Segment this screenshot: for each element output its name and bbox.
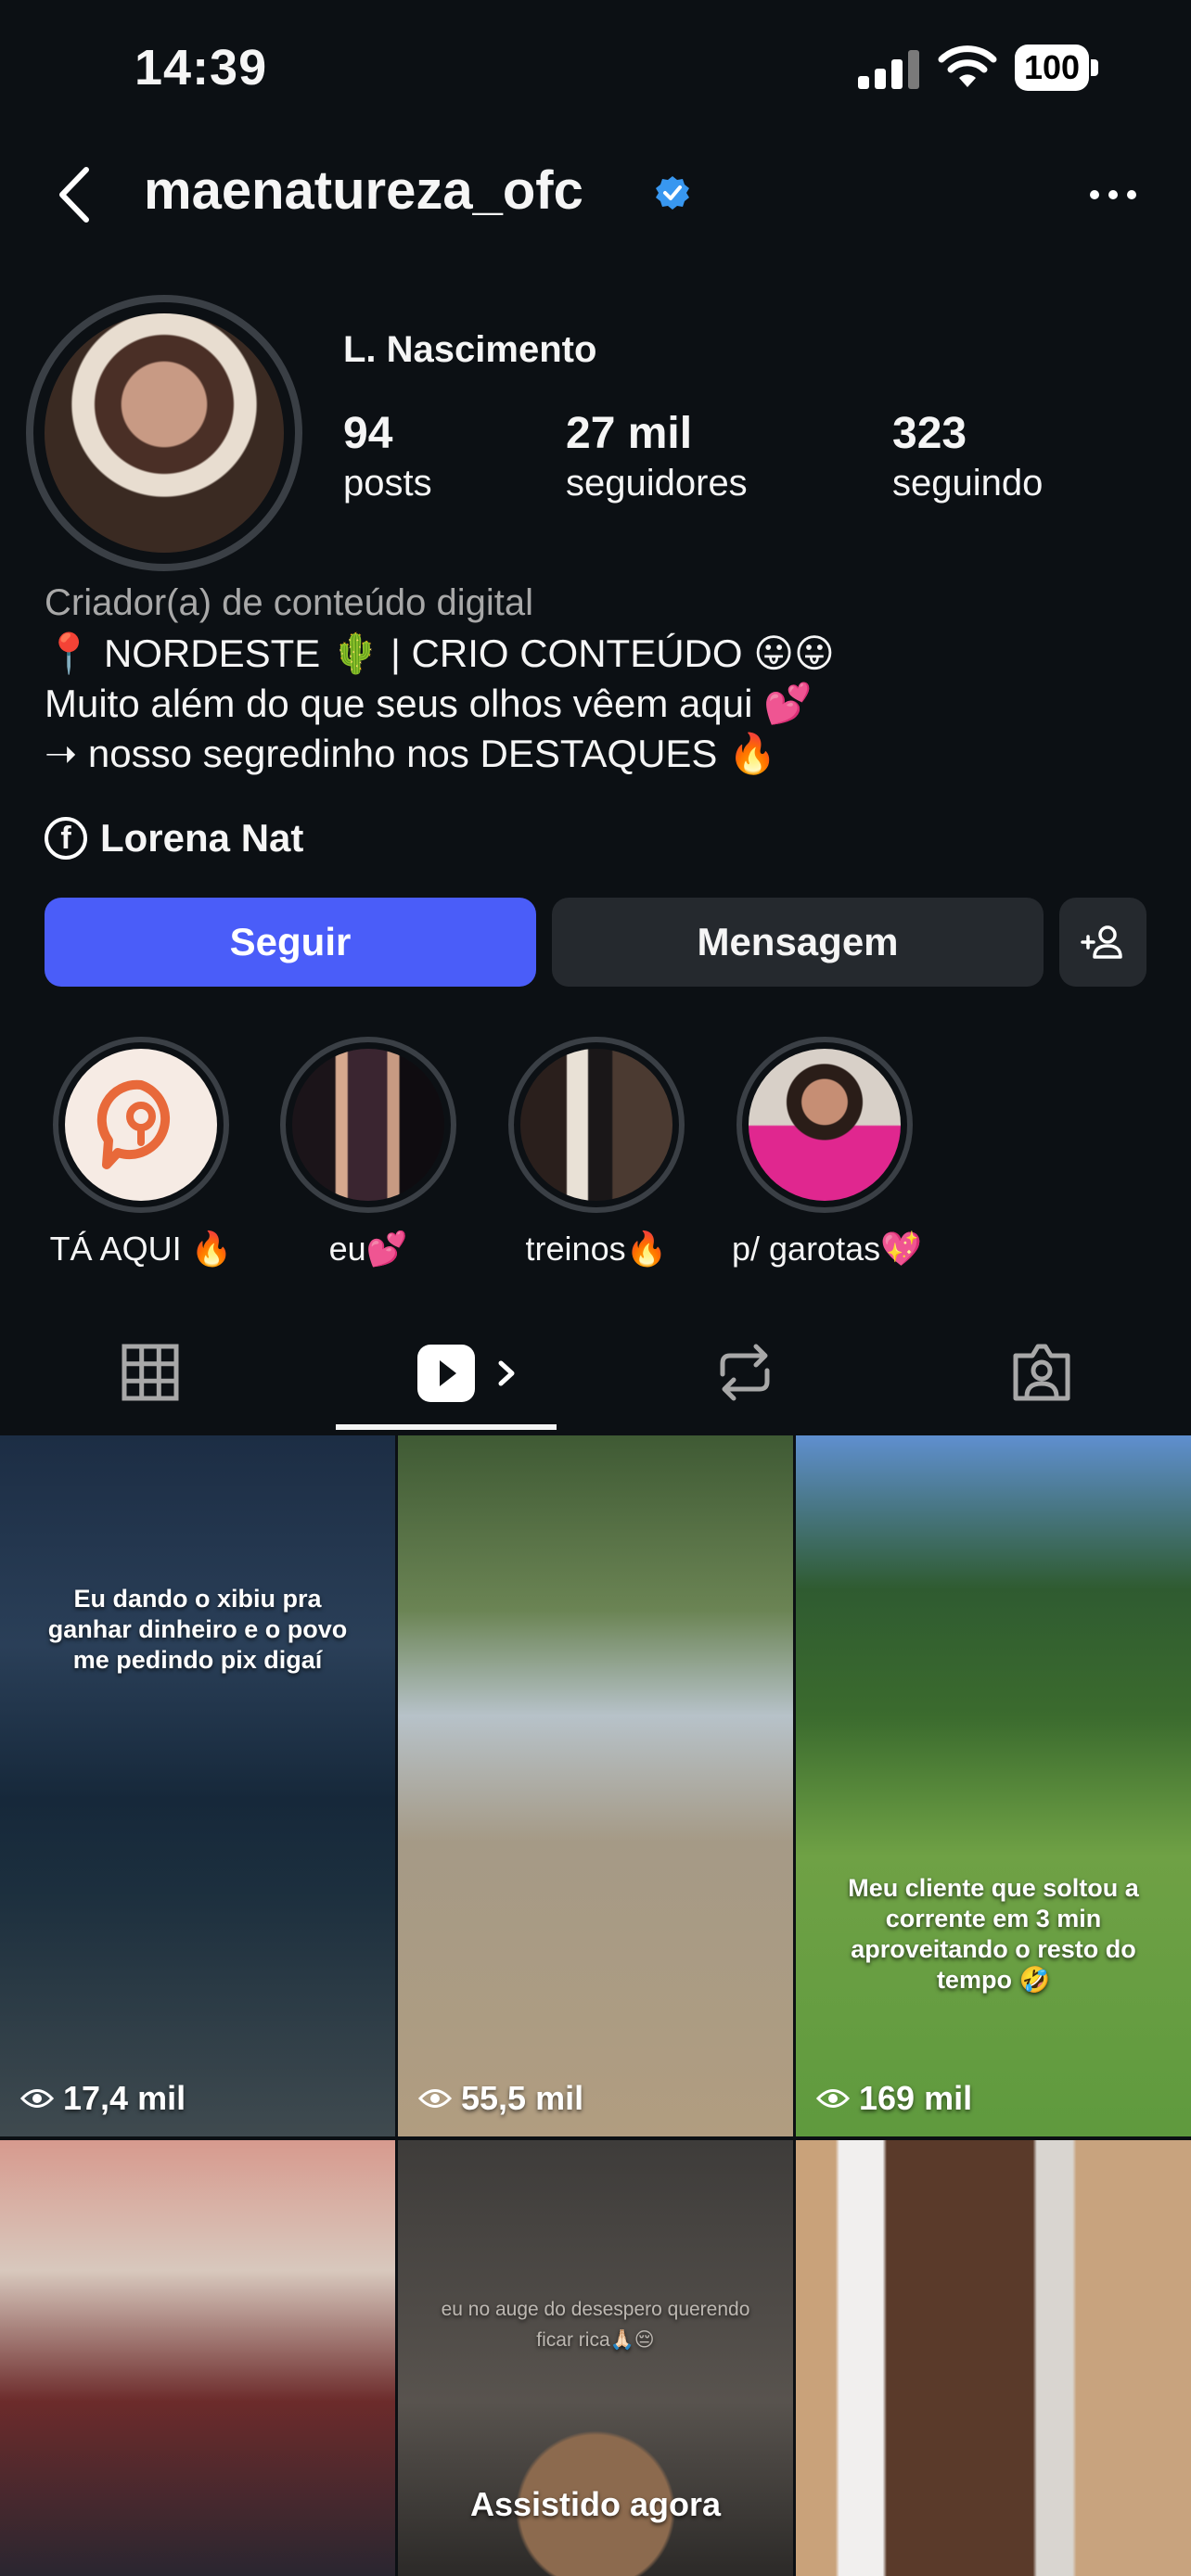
verified-badge-icon <box>656 176 689 210</box>
facebook-icon: f <box>45 817 87 860</box>
highlight-label: p/ garotas💖 <box>732 1230 922 1268</box>
bio-line: Muito além do que seus olhos vêem aqui 💕 <box>45 682 813 725</box>
bio-line: 📍 NORDESTE 🌵 | CRIO CONTEÚDO 😛😛 <box>45 631 835 675</box>
bio-line: ➝ nosso segredinho nos DESTAQUES 🔥 <box>45 732 777 775</box>
highlight-eu[interactable]: eu💕 <box>275 1037 461 1269</box>
grid-tab-icon[interactable] <box>113 1335 187 1409</box>
reels-tab-icon[interactable] <box>408 1335 538 1409</box>
reel-thumbnail[interactable] <box>0 2140 395 2576</box>
avatar-image <box>45 313 284 553</box>
posts-label: posts <box>343 463 432 504</box>
following-count: 323 <box>892 409 967 458</box>
add-person-icon <box>1081 925 1122 959</box>
profile-avatar[interactable] <box>26 295 302 571</box>
highlight-label: treinos🔥 <box>525 1230 668 1268</box>
highlight-label: TÁ AQUI 🔥 <box>49 1230 233 1268</box>
eye-icon <box>418 2089 452 2108</box>
posts-count: 94 <box>343 409 393 458</box>
tagged-tab-icon[interactable] <box>1005 1335 1079 1409</box>
message-button[interactable]: Mensagem <box>552 898 1044 987</box>
profile-bio: 📍 NORDESTE 🌵 | CRIO CONTEÚDO 😛😛 Muito al… <box>45 629 1139 779</box>
stat-following[interactable]: 323 seguindo <box>892 408 1043 504</box>
highlight-thumbnail <box>520 1049 672 1201</box>
reel-views: 17,4 mil <box>20 2079 186 2118</box>
reel-caption: eu no auge do desespero querendo ficar r… <box>441 2299 750 2351</box>
followers-label: seguidores <box>566 463 748 504</box>
status-time: 14:39 <box>134 40 268 96</box>
stat-followers[interactable]: 27 mil seguidores <box>566 408 748 504</box>
reel-thumbnail[interactable]: Eu dando o xibiu pra ganhar dinheiro e o… <box>0 1435 395 2136</box>
reel-thumbnail[interactable] <box>796 2140 1191 2576</box>
profile-category: Criador(a) de conteúdo digital <box>45 582 533 623</box>
facebook-link[interactable]: f Lorena Nat <box>45 816 303 861</box>
suggested-users-button[interactable] <box>1059 898 1146 987</box>
signal-icon <box>858 50 919 89</box>
facebook-link-label: Lorena Nat <box>100 816 304 860</box>
reel-caption: Eu dando o xibiu pra ganhar dinheiro e o… <box>47 1585 348 1674</box>
battery-icon: 100 <box>1011 45 1104 91</box>
followers-count: 27 mil <box>566 409 693 458</box>
highlight-treinos[interactable]: treinos🔥 <box>504 1037 689 1269</box>
reel-thumbnail[interactable]: eu no auge do desespero querendo ficar r… <box>398 2140 793 2576</box>
battery-level: 100 <box>1015 45 1089 91</box>
follow-button[interactable]: Seguir <box>45 898 536 987</box>
back-button[interactable] <box>51 162 97 227</box>
highlight-garotas[interactable]: p/ garotas💖 <box>732 1037 922 1269</box>
reel-views-count: 55,5 mil <box>461 2079 584 2117</box>
reel-views: 55,5 mil <box>418 2079 583 2118</box>
eye-icon <box>816 2089 850 2108</box>
stat-posts[interactable]: 94 posts <box>343 408 432 504</box>
eye-icon <box>20 2089 54 2108</box>
reel-views: 169 mil <box>816 2079 972 2118</box>
watched-now-label: Assistido agora <box>469 2485 722 2523</box>
reel-views-count: 17,4 mil <box>63 2079 186 2117</box>
highlight-thumbnail <box>749 1049 901 1201</box>
reel-caption: Meu cliente que soltou a corrente em 3 m… <box>848 1874 1139 1994</box>
highlight-thumbnail <box>292 1049 444 1201</box>
privacy-logo-icon <box>65 1049 217 1201</box>
reel-thumbnail[interactable]: Meu cliente que soltou a corrente em 3 m… <box>796 1435 1191 2136</box>
more-options-button[interactable] <box>1085 176 1141 213</box>
reel-views-count: 169 mil <box>859 2079 973 2117</box>
following-label: seguindo <box>892 463 1044 504</box>
reposts-tab-icon[interactable] <box>708 1335 782 1409</box>
active-tab-indicator <box>336 1424 557 1430</box>
reel-thumbnail[interactable]: 55,5 mil <box>398 1435 793 2136</box>
highlight-label: eu💕 <box>328 1230 408 1268</box>
display-name: L. Nascimento <box>343 329 597 370</box>
wifi-icon <box>938 45 997 87</box>
profile-username: maenatureza_ofc <box>144 160 583 221</box>
highlight-ta-aqui[interactable]: TÁ AQUI 🔥 <box>48 1037 234 1269</box>
